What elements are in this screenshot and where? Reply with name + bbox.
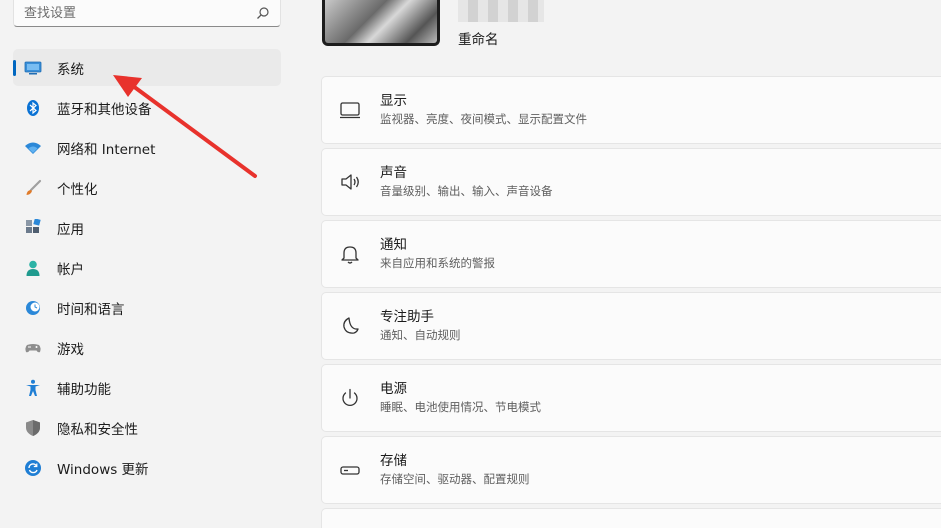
sidebar-item-label: 个性化 bbox=[57, 181, 98, 198]
card-title: 电源 bbox=[380, 381, 407, 397]
sidebar-item-privacy[interactable]: 隐私和安全性 bbox=[13, 409, 281, 446]
gamepad-icon bbox=[24, 339, 42, 357]
person-icon bbox=[24, 259, 42, 277]
shield-icon bbox=[24, 419, 42, 437]
sidebar-item-accessibility[interactable]: 辅助功能 bbox=[13, 369, 281, 406]
speaker-icon bbox=[339, 171, 361, 193]
card-description: 睡眠、电池使用情况、节电模式 bbox=[380, 400, 541, 414]
device-name-redacted bbox=[458, 0, 544, 22]
sidebar-item-label: 帐户 bbox=[57, 261, 84, 278]
card-sound[interactable]: 声音 音量级别、输出、输入、声音设备 bbox=[321, 148, 941, 216]
sidebar-item-label: 网络和 Internet bbox=[57, 141, 156, 158]
sidebar-item-accounts[interactable]: 帐户 bbox=[13, 249, 281, 286]
card-storage[interactable]: 存储 存储空间、驱动器、配置规则 bbox=[321, 436, 941, 504]
display-icon bbox=[339, 99, 361, 121]
card-title: 声音 bbox=[380, 165, 407, 181]
apps-icon bbox=[24, 218, 42, 237]
bell-icon bbox=[339, 243, 361, 265]
sidebar-item-bluetooth[interactable]: 蓝牙和其他设备 bbox=[13, 89, 281, 126]
accessibility-icon bbox=[24, 379, 42, 397]
card-description: 通知、自动规则 bbox=[380, 328, 461, 342]
sidebar-item-label: 辅助功能 bbox=[57, 381, 111, 398]
card-focus-assist[interactable]: 专注助手 通知、自动规则 bbox=[321, 292, 941, 360]
card-description: 存储空间、驱动器、配置规则 bbox=[380, 472, 530, 486]
sidebar-item-gaming[interactable]: 游戏 bbox=[13, 329, 281, 366]
wifi-icon bbox=[24, 139, 42, 157]
nav-list: 系统 蓝牙和其他设备 网络和 Internet 个性化 应用 帐户 时间和语言 … bbox=[13, 49, 281, 489]
sidebar-item-windows-update[interactable]: Windows 更新 bbox=[13, 449, 281, 486]
card-title: 显示 bbox=[380, 93, 407, 109]
device-thumbnail bbox=[322, 0, 440, 46]
sidebar-item-apps[interactable]: 应用 bbox=[13, 209, 281, 246]
bluetooth-icon bbox=[24, 99, 42, 117]
sidebar-item-system[interactable]: 系统 bbox=[13, 49, 281, 86]
moon-icon bbox=[339, 315, 361, 337]
sidebar: 系统 蓝牙和其他设备 网络和 Internet 个性化 应用 bbox=[0, 0, 300, 528]
sidebar-item-network[interactable]: 网络和 Internet bbox=[13, 129, 281, 166]
card-partial-next[interactable] bbox=[321, 508, 941, 528]
sidebar-item-label: Windows 更新 bbox=[57, 461, 149, 478]
search-icon[interactable] bbox=[256, 6, 270, 20]
sidebar-item-time-language[interactable]: 时间和语言 bbox=[13, 289, 281, 326]
card-notifications[interactable]: 通知 来自应用和系统的警报 bbox=[321, 220, 941, 288]
update-icon bbox=[24, 459, 42, 477]
card-display[interactable]: 显示 监视器、亮度、夜间模式、显示配置文件 bbox=[321, 76, 941, 144]
card-title: 存储 bbox=[380, 453, 407, 469]
sidebar-item-label: 游戏 bbox=[57, 341, 84, 358]
card-title: 通知 bbox=[380, 237, 407, 253]
card-description: 来自应用和系统的警报 bbox=[380, 256, 495, 270]
main-panel: 重命名 显示 监视器、亮度、夜间模式、显示配置文件 声音 音量级别、输出、输入、… bbox=[300, 0, 941, 528]
power-icon bbox=[339, 387, 361, 409]
clock-globe-icon bbox=[24, 299, 42, 317]
storage-icon bbox=[339, 459, 361, 481]
search-box[interactable] bbox=[13, 0, 281, 27]
brush-icon bbox=[24, 179, 42, 197]
sidebar-item-personalization[interactable]: 个性化 bbox=[13, 169, 281, 206]
sidebar-item-label: 系统 bbox=[57, 61, 84, 78]
card-title: 专注助手 bbox=[380, 309, 434, 325]
search-input[interactable] bbox=[24, 5, 256, 21]
rename-link[interactable]: 重命名 bbox=[458, 28, 499, 48]
sidebar-item-label: 蓝牙和其他设备 bbox=[57, 101, 152, 118]
sidebar-item-label: 隐私和安全性 bbox=[57, 421, 138, 438]
card-power[interactable]: 电源 睡眠、电池使用情况、节电模式 bbox=[321, 364, 941, 432]
sidebar-item-label: 应用 bbox=[57, 221, 84, 238]
sidebar-item-label: 时间和语言 bbox=[57, 301, 125, 318]
card-description: 监视器、亮度、夜间模式、显示配置文件 bbox=[380, 112, 587, 126]
monitor-icon bbox=[24, 59, 42, 77]
settings-card-list: 显示 监视器、亮度、夜间模式、显示配置文件 声音 音量级别、输出、输入、声音设备… bbox=[321, 76, 941, 528]
card-description: 音量级别、输出、输入、声音设备 bbox=[380, 184, 553, 198]
